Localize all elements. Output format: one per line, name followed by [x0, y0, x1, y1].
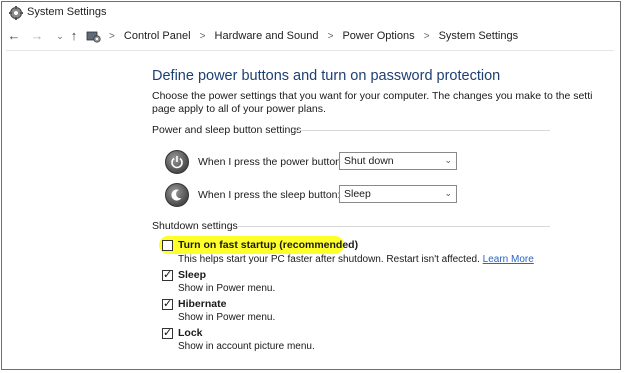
lock-option-description: Show in account picture menu. [178, 341, 315, 352]
breadcrumb-control-panel[interactable]: Control Panel [124, 30, 191, 42]
sleep-button-value: Sleep [344, 188, 371, 200]
sleep-option-description: Show in Power menu. [178, 283, 276, 294]
power-button-select[interactable]: Shut down ⌄ [339, 152, 457, 170]
breadcrumb-separator: > [327, 31, 334, 42]
fast-startup-checkbox[interactable] [162, 240, 173, 251]
back-arrow-icon[interactable]: ← [6, 28, 22, 44]
forward-arrow-icon[interactable]: → [29, 28, 45, 44]
title-bar: System Settings [2, 2, 620, 24]
page-title: Define power buttons and turn on passwor… [152, 68, 501, 84]
address-bar: ← → ⌄ ↑ > Control Panel > Hardware and S… [2, 26, 620, 48]
breadcrumb-separator: > [109, 31, 115, 42]
sleep-checkbox[interactable] [162, 268, 173, 281]
shutdown-section-title: Shutdown settings [152, 220, 238, 232]
lock-option-label[interactable]: Lock [178, 327, 203, 339]
power-button-label: When I press the power button: [198, 156, 344, 168]
sleep-option-label[interactable]: Sleep [178, 269, 206, 281]
chevron-down-icon: ⌄ [444, 188, 452, 198]
sleep-button-select[interactable]: Sleep ⌄ [339, 185, 457, 203]
breadcrumb-system-settings[interactable]: System Settings [439, 30, 518, 42]
page-description-line-2: page apply to all of your power plans. [152, 103, 326, 115]
power-button-value: Shut down [344, 155, 394, 167]
breadcrumb-power-options[interactable]: Power Options [342, 30, 414, 42]
breadcrumb: > Control Panel > Hardware and Sound > P… [103, 30, 518, 42]
section-divider [294, 130, 550, 131]
fast-startup-description-text: This helps start your PC faster after sh… [178, 254, 480, 265]
settings-window: System Settings ← → ⌄ ↑ > Control Panel … [1, 1, 621, 370]
hibernate-option-description: Show in Power menu. [178, 312, 276, 323]
breadcrumb-separator: > [423, 31, 430, 42]
fast-startup-label[interactable]: Turn on fast startup (recommended) [178, 239, 358, 251]
sleep-button-label: When I press the sleep button: [198, 189, 341, 201]
chevron-down-icon: ⌄ [444, 155, 452, 165]
hibernate-checkbox[interactable] [162, 297, 173, 310]
page-description-line-1: Choose the power settings that you want … [152, 90, 593, 102]
window-title: System Settings [27, 6, 107, 18]
sleep-icon [165, 183, 189, 207]
power-icon [165, 150, 189, 174]
lock-checkbox[interactable] [162, 326, 173, 339]
power-section-title: Power and sleep button settings [152, 124, 302, 136]
fast-startup-description: This helps start your PC faster after sh… [178, 254, 534, 265]
page-description: Choose the power settings that you want … [152, 90, 622, 116]
address-bar-divider [6, 50, 614, 51]
breadcrumb-separator: > [199, 31, 206, 42]
learn-more-link[interactable]: Learn More [483, 254, 534, 265]
control-panel-icon[interactable] [86, 29, 101, 44]
hibernate-option-label[interactable]: Hibernate [178, 298, 226, 310]
section-divider [238, 226, 550, 227]
up-arrow-icon[interactable]: ↑ [66, 28, 82, 44]
system-settings-icon [9, 6, 23, 20]
breadcrumb-hardware-and-sound[interactable]: Hardware and Sound [215, 30, 319, 42]
